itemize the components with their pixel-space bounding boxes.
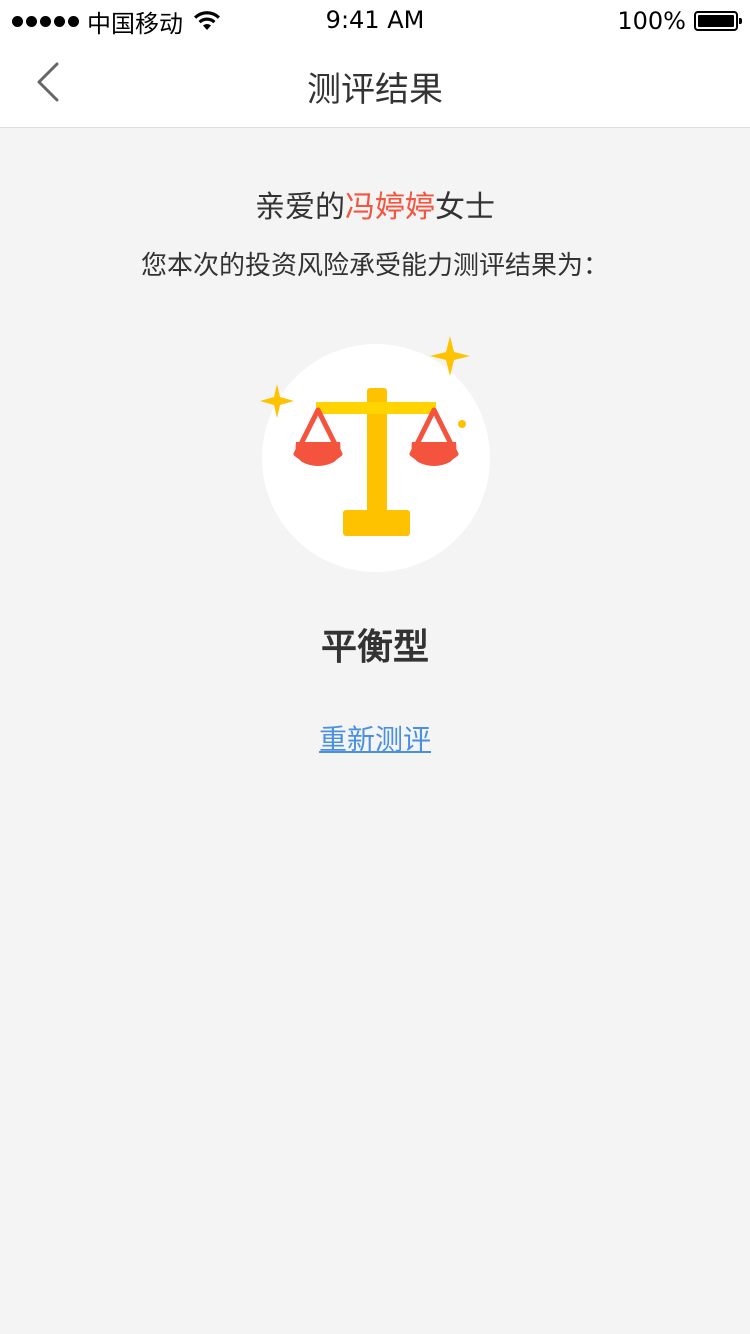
greeting-prefix: 亲爱的: [255, 190, 345, 225]
status-right: 100%: [617, 6, 742, 36]
balance-scale-icon: [260, 336, 490, 572]
battery-icon: [694, 11, 742, 31]
user-name: 冯婷婷: [345, 190, 435, 225]
greeting: 亲爱的冯婷婷女士: [0, 187, 750, 229]
navigation-bar: 测评结果: [0, 40, 750, 128]
retest-link-container: 重新测评: [0, 720, 750, 760]
result-intro-text: 您本次的投资风险承受能力测评结果为：: [140, 251, 609, 281]
greeting-suffix: 女士: [435, 190, 495, 225]
page-title: 测评结果: [307, 70, 443, 110]
risk-result-type: 平衡型: [320, 627, 429, 668]
status-bar: 中国移动 9:41 AM 100%: [0, 0, 750, 40]
battery-percentage: 100%: [617, 7, 686, 35]
retest-link[interactable]: 重新测评: [319, 723, 431, 756]
